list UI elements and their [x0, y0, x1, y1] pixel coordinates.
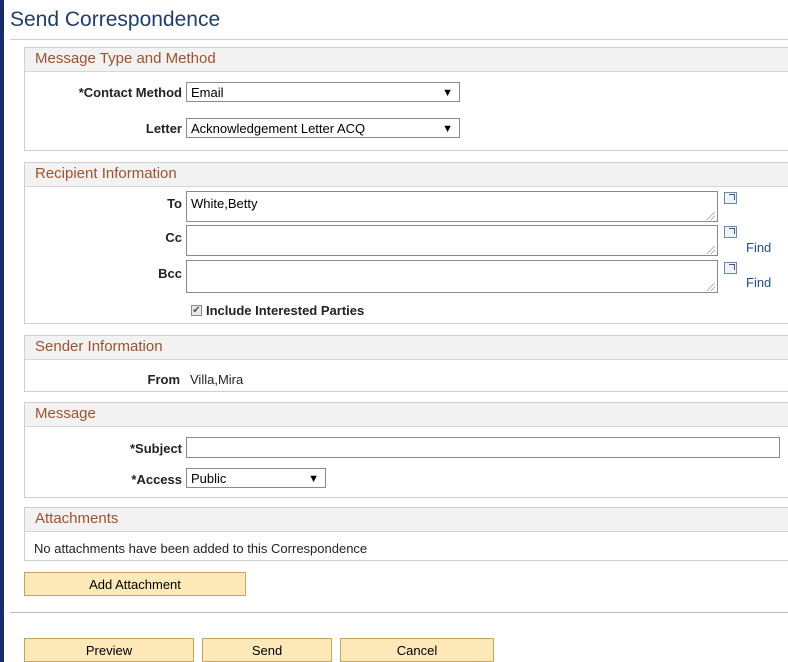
- add-attachment-button[interactable]: Add Attachment: [24, 572, 246, 596]
- left-edge-bar: [0, 0, 4, 662]
- resize-grip-icon[interactable]: [707, 246, 715, 254]
- cc-label: Cc: [165, 230, 182, 245]
- subject-input[interactable]: [186, 437, 780, 458]
- resize-grip-icon[interactable]: [707, 212, 715, 220]
- expand-icon[interactable]: [724, 262, 737, 274]
- include-parties-checkbox[interactable]: ✔: [191, 305, 202, 316]
- subject-label: *Subject: [129, 441, 182, 456]
- page-title: Send Correspondence: [10, 8, 221, 31]
- cancel-button[interactable]: Cancel: [340, 638, 494, 662]
- dropdown-arrow-icon: ▼: [308, 473, 319, 485]
- send-button[interactable]: Send: [202, 638, 332, 662]
- expand-icon[interactable]: [724, 192, 737, 204]
- letter-label: Letter: [145, 121, 182, 136]
- attachments-header: Attachments: [25, 508, 788, 532]
- footer-divider: [10, 612, 788, 613]
- include-parties-label: Include Interested Parties: [206, 303, 365, 318]
- access-select[interactable]: Public ▼: [186, 468, 326, 488]
- to-label: To: [167, 196, 182, 211]
- bcc-field[interactable]: [186, 260, 718, 293]
- to-value: White,Betty: [191, 196, 258, 211]
- bcc-find-link[interactable]: Find: [746, 275, 771, 290]
- expand-icon[interactable]: [724, 226, 737, 238]
- recipient-header: Recipient Information: [25, 163, 788, 187]
- contact-method-label: *Contact Method: [78, 85, 182, 100]
- bcc-label: Bcc: [158, 266, 182, 281]
- checkmark-icon: ✔: [192, 305, 201, 316]
- cc-field[interactable]: [186, 225, 718, 256]
- dropdown-arrow-icon: ▼: [442, 123, 453, 135]
- attachments-empty-text: No attachments have been added to this C…: [34, 541, 368, 556]
- contact-method-value: Email: [191, 85, 224, 100]
- message-header: Message: [25, 403, 788, 427]
- contact-method-select[interactable]: Email ▼: [186, 82, 460, 102]
- title-divider: [10, 39, 788, 40]
- access-value: Public: [191, 471, 227, 486]
- sender-header: Sender Information: [25, 336, 788, 360]
- letter-select[interactable]: Acknowledgement Letter ACQ ▼: [186, 118, 460, 138]
- preview-button[interactable]: Preview: [24, 638, 194, 662]
- resize-grip-icon[interactable]: [707, 283, 715, 291]
- cc-find-link[interactable]: Find: [746, 240, 771, 255]
- from-value: Villa,Mira: [190, 372, 244, 387]
- access-label: *Access: [131, 472, 182, 487]
- message-type-header: Message Type and Method: [25, 48, 788, 72]
- dropdown-arrow-icon: ▼: [442, 87, 453, 99]
- from-label: From: [147, 372, 181, 387]
- letter-value: Acknowledgement Letter ACQ: [191, 121, 366, 136]
- to-field[interactable]: White,Betty: [186, 191, 718, 222]
